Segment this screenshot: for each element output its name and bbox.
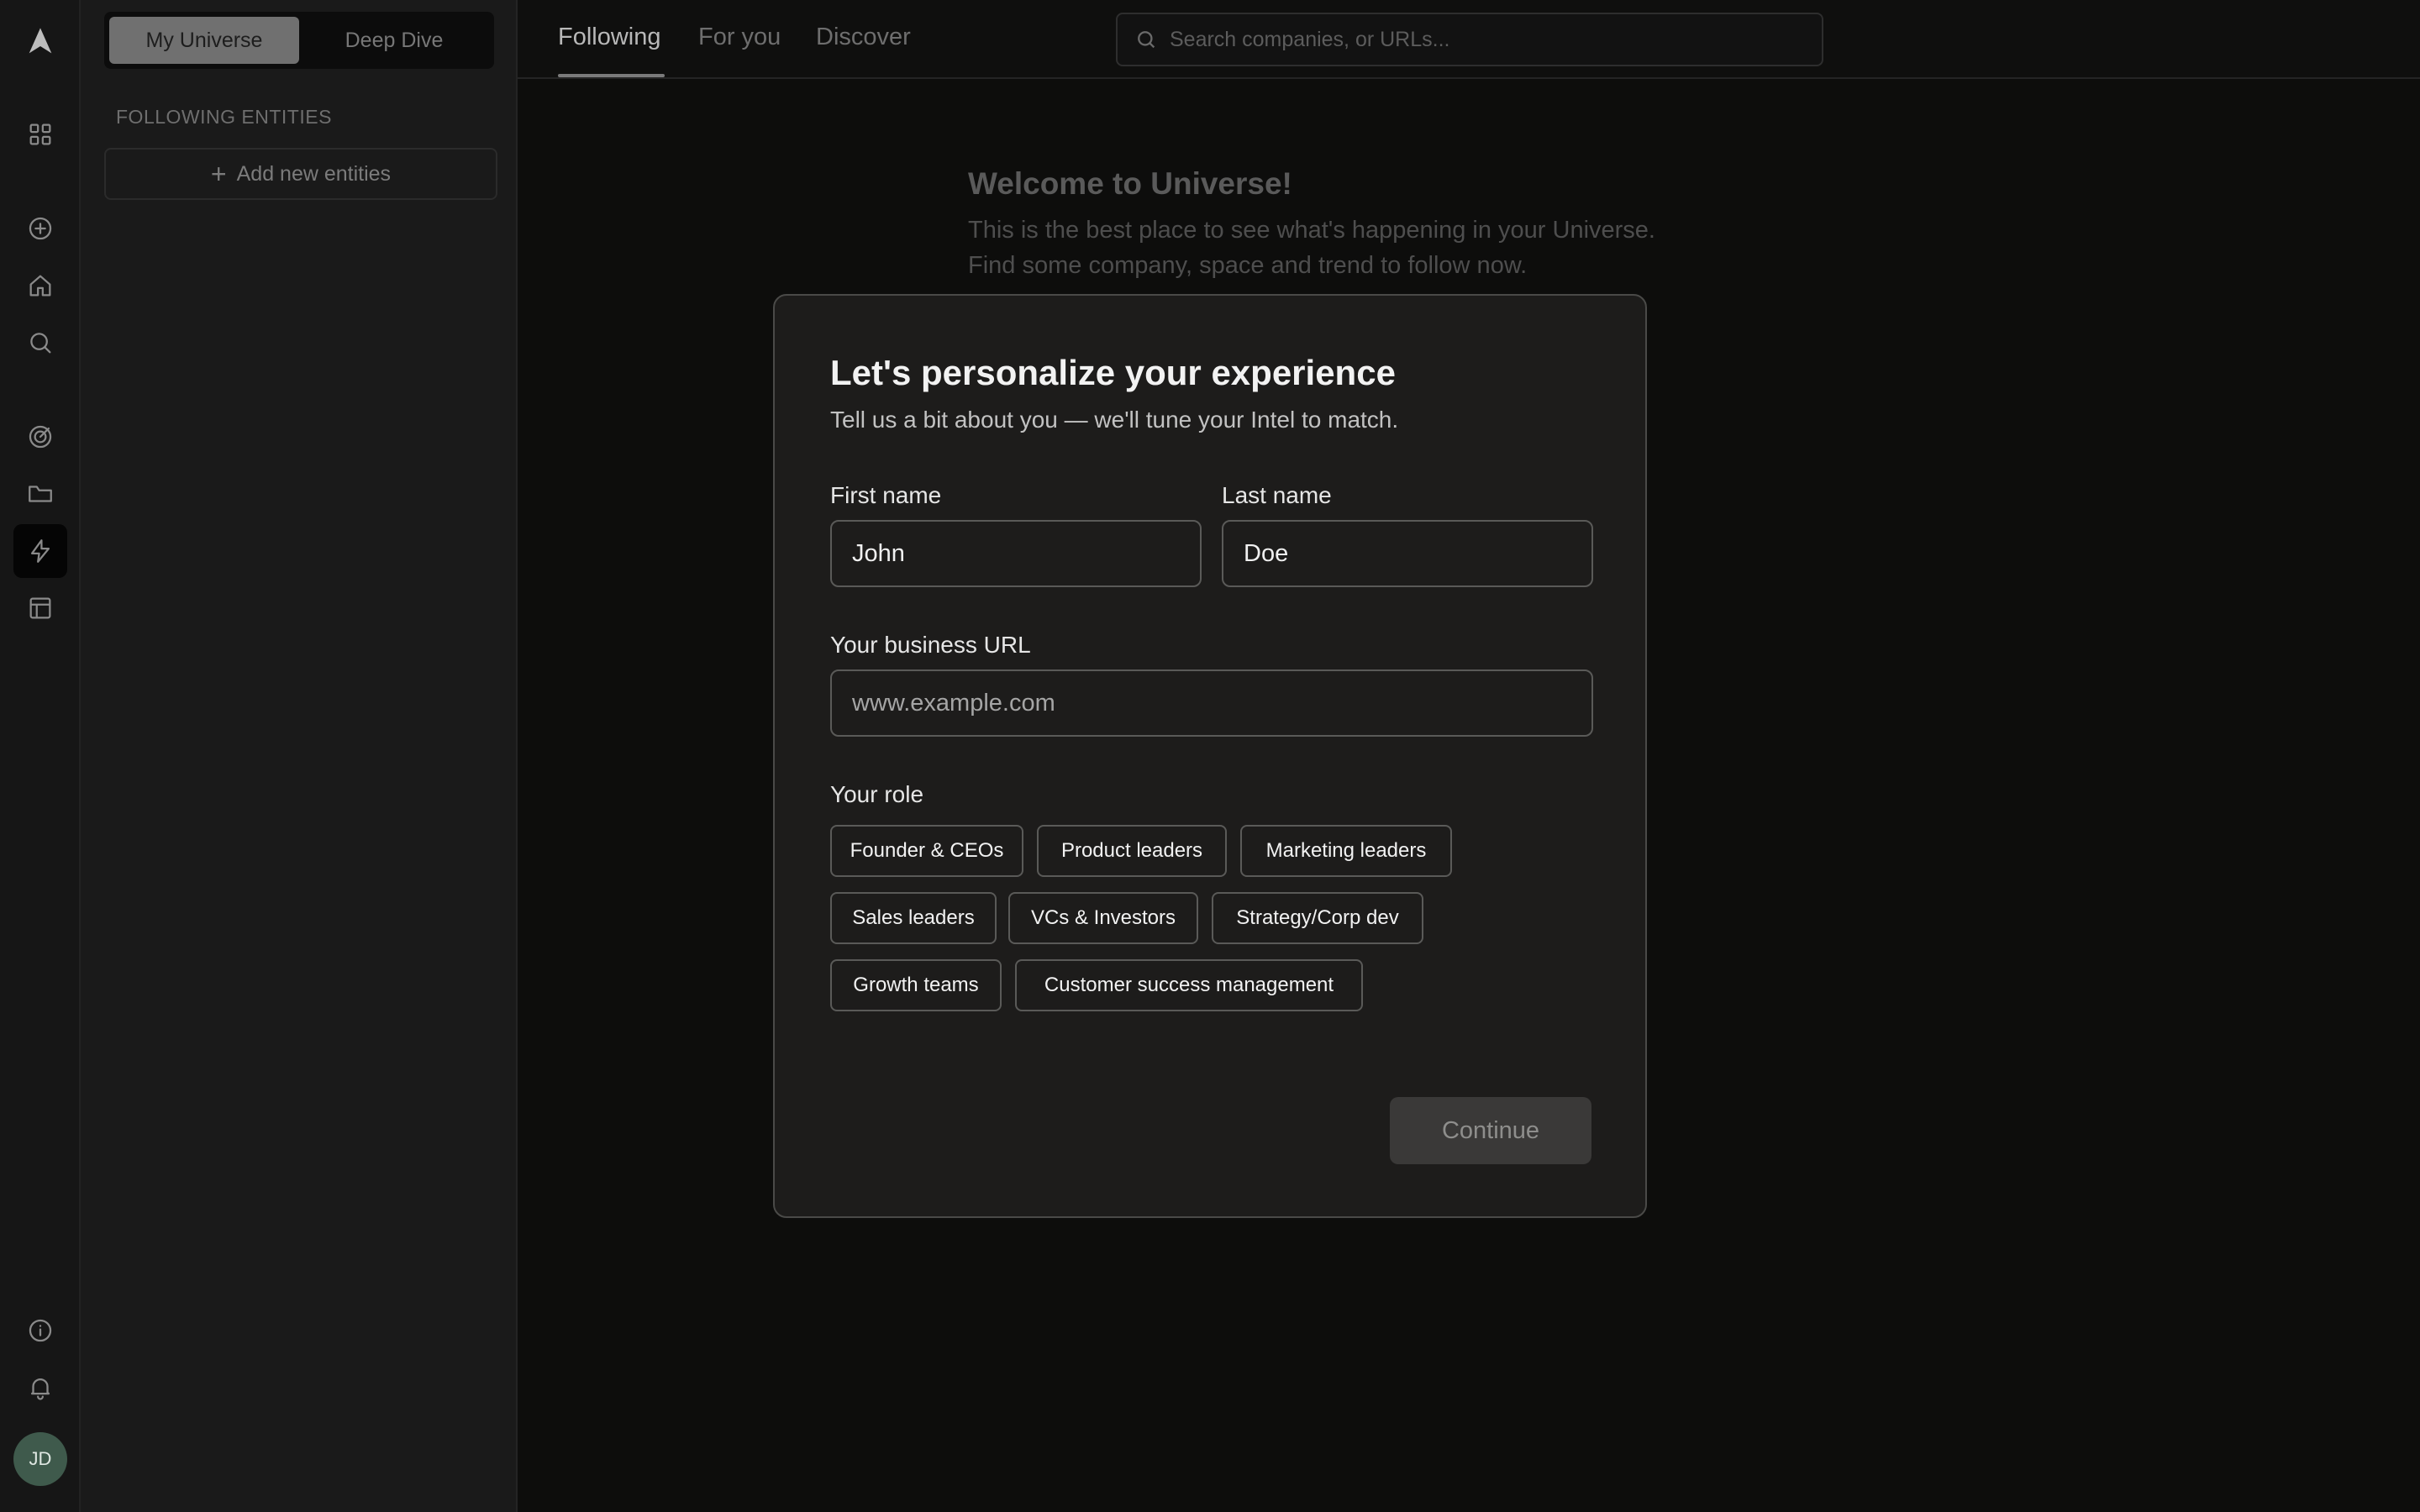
bell-icon[interactable]	[13, 1361, 67, 1415]
role-chip-customer-success[interactable]: Customer success management	[1015, 959, 1363, 1011]
info-icon[interactable]	[13, 1304, 67, 1357]
welcome-title: Welcome to Universe!	[968, 166, 1292, 201]
grid-icon[interactable]	[13, 108, 67, 161]
role-chip-sales[interactable]: Sales leaders	[830, 892, 997, 944]
icon-rail: JD	[0, 0, 81, 1512]
layout-icon[interactable]	[13, 581, 67, 635]
add-entities-label: Add new entities	[236, 161, 392, 186]
avatar[interactable]: JD	[13, 1432, 67, 1486]
plus-icon: +	[210, 159, 227, 189]
role-chip-founder[interactable]: Founder & CEOs	[830, 825, 1023, 877]
top-nav: Following For you Discover	[518, 0, 2420, 79]
logo-icon[interactable]	[13, 15, 67, 69]
business-url-input[interactable]	[852, 689, 1591, 717]
last-name-field[interactable]	[1222, 520, 1593, 587]
business-url-field[interactable]	[830, 669, 1593, 737]
first-name-field[interactable]	[830, 520, 1202, 587]
role-chip-vcs[interactable]: VCs & Investors	[1008, 892, 1198, 944]
segment-deep-dive[interactable]: Deep Dive	[299, 17, 489, 64]
personalize-modal: Let's personalize your experience Tell u…	[773, 294, 1647, 1218]
role-chip-growth[interactable]: Growth teams	[830, 959, 1002, 1011]
tab-discover[interactable]: Discover	[816, 24, 911, 51]
following-entities-heading: FOLLOWING ENTITIES	[116, 106, 332, 128]
last-name-label: Last name	[1222, 482, 1332, 508]
search-bar[interactable]	[1116, 13, 1823, 66]
modal-title: Let's personalize your experience	[830, 353, 1396, 392]
lightning-icon[interactable]	[13, 524, 67, 578]
first-name-label: First name	[830, 482, 942, 508]
role-label: Your role	[830, 781, 924, 807]
last-name-input[interactable]	[1244, 539, 1591, 568]
home-icon[interactable]	[13, 259, 67, 312]
folder-icon[interactable]	[13, 467, 67, 521]
search-icon	[1138, 31, 1155, 49]
first-name-input[interactable]	[852, 539, 1200, 568]
search-icon[interactable]	[13, 316, 67, 370]
role-chip-strategy[interactable]: Strategy/Corp dev	[1212, 892, 1423, 944]
welcome-line-1: This is the best place to see what's hap…	[968, 217, 1655, 244]
tab-for-you[interactable]: For you	[698, 24, 781, 51]
welcome-line-2: Find some company, space and trend to fo…	[968, 252, 1528, 279]
active-tab-indicator	[558, 74, 665, 77]
modal-subtitle: Tell us a bit about you — we'll tune you…	[830, 407, 1399, 433]
add-entities-button[interactable]: + Add new entities	[104, 148, 497, 200]
segmented-control: My Universe Deep Dive	[104, 12, 494, 69]
sidebar: My Universe Deep Dive FOLLOWING ENTITIES…	[81, 0, 518, 1512]
business-url-label: Your business URL	[830, 632, 1031, 658]
role-chip-product[interactable]: Product leaders	[1037, 825, 1227, 877]
role-chip-marketing[interactable]: Marketing leaders	[1240, 825, 1452, 877]
search-input[interactable]	[1170, 27, 1808, 52]
continue-button[interactable]: Continue	[1390, 1097, 1591, 1164]
target-icon[interactable]	[13, 410, 67, 464]
tab-following[interactable]: Following	[558, 24, 661, 51]
segment-my-universe[interactable]: My Universe	[109, 17, 299, 64]
add-circle-icon[interactable]	[13, 202, 67, 255]
